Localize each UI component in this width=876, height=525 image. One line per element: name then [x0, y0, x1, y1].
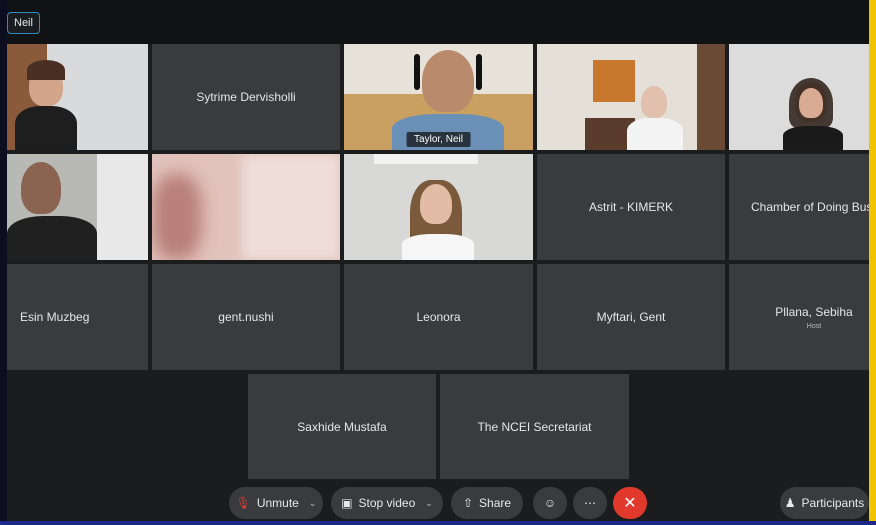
- participant-tile[interactable]: gent.nushi: [152, 264, 340, 370]
- frame-right-edge: [869, 0, 876, 525]
- participants-label: Participants: [801, 496, 865, 510]
- participant-video: [7, 154, 148, 260]
- participant-tile[interactable]: Sytrime Dervisholli: [152, 44, 340, 150]
- speaker-name-tag: Taylor, Neil: [406, 132, 471, 147]
- chevron-down-icon[interactable]: ⌄: [309, 498, 317, 509]
- meeting-controls: 🎙 Unmute ⌄ ▣ Stop video ⌄ ⇧ Share ☺ ⋯ ✕ …: [7, 479, 869, 521]
- stop-video-label: Stop video: [358, 496, 416, 510]
- participant-video: [344, 154, 533, 260]
- participant-tile[interactable]: Astrit - KIMERK: [537, 154, 725, 260]
- camera-icon: ▣: [341, 496, 353, 510]
- participant-tile-active-speaker[interactable]: Taylor, Neil: [344, 44, 533, 150]
- host-label: Host: [806, 322, 822, 330]
- frame-left-edge: [0, 0, 7, 525]
- participant-name: Astrit - KIMERK: [588, 200, 673, 214]
- reactions-button[interactable]: ☺: [533, 487, 567, 519]
- participant-tile[interactable]: Esin Muzbeg: [7, 264, 148, 370]
- participant-tile[interactable]: Myftari, Gent: [537, 264, 725, 370]
- share-icon: ⇧: [462, 496, 474, 510]
- participant-name: Myftari, Gent: [596, 310, 666, 324]
- top-bar: Neil: [7, 0, 869, 44]
- participant-video: [729, 44, 869, 150]
- participant-tile[interactable]: Saxhide Mustafa: [248, 374, 436, 479]
- participants-button[interactable]: ♟ Participants: [780, 487, 869, 519]
- share-label: Share: [479, 496, 512, 510]
- participant-tile[interactable]: [344, 154, 533, 260]
- frame-bottom-edge: [0, 521, 876, 525]
- person-icon: ♟: [784, 496, 796, 510]
- participant-name: Saxhide Mustafa: [297, 419, 387, 434]
- participant-tile[interactable]: Pllana, Sebiha Host: [729, 264, 869, 370]
- participant-tile[interactable]: Chamber of Doing Bus: [729, 154, 869, 260]
- participant-name: Esin Muzbeg: [20, 310, 90, 324]
- mic-off-icon: 🎙: [235, 496, 251, 510]
- participant-name: The NCEI Secretariat: [477, 419, 592, 434]
- participant-tile[interactable]: [537, 44, 725, 150]
- more-options-button[interactable]: ⋯: [573, 487, 607, 519]
- participant-name: Chamber of Doing Bus: [751, 200, 869, 214]
- unmute-label: Unmute: [256, 496, 299, 510]
- share-button[interactable]: ⇧ Share: [451, 487, 523, 519]
- participant-name: Sytrime Dervisholli: [196, 90, 296, 104]
- participant-name-block: Pllana, Sebiha Host: [745, 305, 852, 330]
- leave-meeting-button[interactable]: ✕: [613, 487, 647, 519]
- participant-video: [152, 154, 340, 260]
- participant-tile[interactable]: [7, 44, 148, 150]
- more-icon: ⋯: [584, 496, 596, 510]
- participant-video: [537, 44, 725, 150]
- participant-grid: Sytrime Dervisholli Taylor, Neil Astrit …: [7, 44, 869, 479]
- stop-video-button[interactable]: ▣ Stop video ⌄: [331, 487, 443, 519]
- participant-tile[interactable]: [729, 44, 869, 150]
- active-speaker-chip[interactable]: Neil: [7, 12, 40, 34]
- participant-tile[interactable]: [152, 154, 340, 260]
- participant-name: gent.nushi: [218, 310, 274, 324]
- unmute-button[interactable]: 🎙 Unmute ⌄: [229, 487, 323, 519]
- participant-name: Pllana, Sebiha: [775, 304, 853, 319]
- close-icon: ✕: [623, 495, 637, 512]
- participant-tile[interactable]: Leonora: [344, 264, 533, 370]
- smiley-icon: ☺: [543, 496, 557, 510]
- participant-video: [7, 44, 148, 150]
- participant-name: Leonora: [416, 310, 461, 324]
- participant-tile[interactable]: The NCEI Secretariat: [440, 374, 629, 479]
- chevron-down-icon[interactable]: ⌄: [425, 498, 433, 509]
- participant-tile[interactable]: [7, 154, 148, 260]
